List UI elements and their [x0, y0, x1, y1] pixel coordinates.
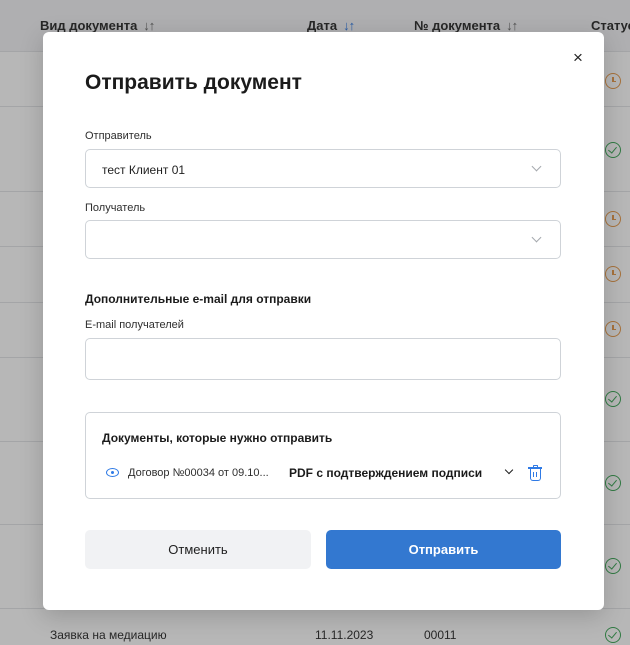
trash-icon[interactable] [528, 465, 542, 481]
chevron-down-icon [531, 232, 542, 243]
close-icon[interactable]: × [570, 49, 586, 66]
send-document-modal: × Отправить документ Отправитель тест Кл… [43, 32, 604, 610]
eye-icon[interactable] [106, 468, 119, 477]
email-label: E-mail получателей [85, 319, 184, 331]
email-input[interactable] [85, 338, 561, 380]
sender-label: Отправитель [85, 130, 152, 142]
recipient-select[interactable] [85, 220, 561, 259]
documents-title: Документы, которые нужно отправить [102, 431, 333, 445]
extra-email-section-title: Дополнительные e-mail для отправки [85, 292, 312, 306]
chevron-down-icon [531, 161, 542, 172]
cancel-button[interactable]: Отменить [85, 530, 311, 569]
document-item: Договор №00034 от 09.10... PDF с подтвер… [102, 464, 546, 484]
modal-title: Отправить документ [85, 71, 302, 94]
document-format-select[interactable]: PDF с подтверждением подписи [289, 466, 482, 480]
send-button[interactable]: Отправить [326, 530, 561, 569]
sender-value: тест Клиент 01 [102, 163, 186, 177]
documents-box: Документы, которые нужно отправить Догов… [85, 412, 561, 499]
chevron-down-icon[interactable] [504, 465, 514, 475]
sender-select[interactable]: тест Клиент 01 [85, 149, 561, 188]
recipient-label: Получатель [85, 202, 146, 214]
document-name: Договор №00034 от 09.10... [128, 467, 269, 479]
